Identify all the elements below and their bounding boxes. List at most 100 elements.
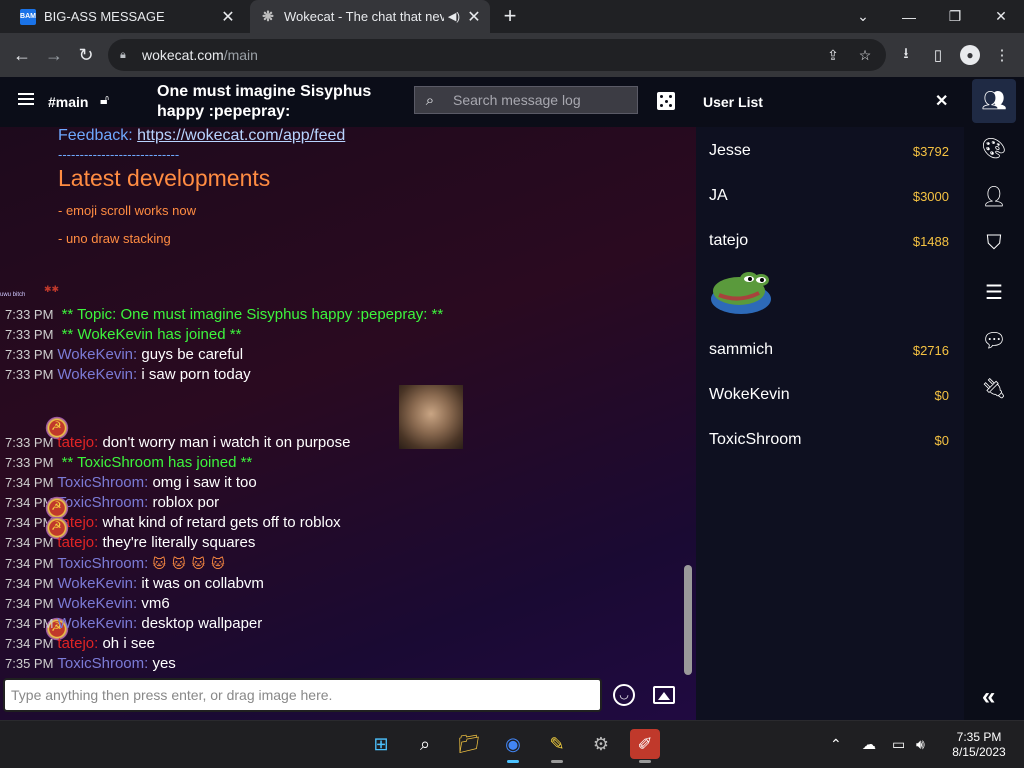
- divider: ----------------------------: [58, 147, 180, 162]
- message-row: 7:34 PM WokeKevin: desktop wallpaper: [5, 614, 262, 634]
- nickname[interactable]: WokeKevin:: [57, 615, 137, 632]
- close-icon[interactable]: ✕: [935, 91, 948, 111]
- nickname[interactable]: ToxicShroom:: [57, 555, 148, 572]
- user-item[interactable]: sammich $2716: [709, 338, 949, 362]
- nickname[interactable]: tatejo:: [57, 434, 98, 451]
- nickname[interactable]: ToxicShroom:: [57, 655, 148, 672]
- image-upload-icon[interactable]: [653, 686, 675, 704]
- message-row: 7:34 PM WokeKevin: vm6: [5, 594, 170, 614]
- tab-wokecat[interactable]: ❋ Wokecat - The chat that nev ◀) ✕: [250, 0, 490, 33]
- message-text: yes: [152, 655, 176, 672]
- message-text: what kind of retard gets off to roblox: [102, 514, 341, 531]
- collapse-icon[interactable]: «: [982, 683, 995, 711]
- user-name: WokeKevin: [709, 386, 790, 403]
- tray-chevron-icon[interactable]: ⌃: [830, 736, 842, 753]
- settings-icon[interactable]: ⚙: [586, 729, 616, 759]
- back-arrow-icon[interactable]: ←: [9, 42, 35, 68]
- search-input[interactable]: [445, 92, 637, 108]
- users-icon[interactable]: 👥︎: [972, 79, 1016, 123]
- right-icon-bar: 👥︎ 🎨︎ 👤︎ ⛉ ☰ 💬︎ 🔌︎ «: [964, 77, 1024, 720]
- message-text: they're literally squares: [102, 534, 256, 551]
- address-bar[interactable]: 🔒︎ wokecat.com/main ⇪ ☆: [108, 39, 886, 71]
- message-text: it was on collabvm: [141, 575, 264, 592]
- palette-icon[interactable]: 🎨︎: [980, 135, 1008, 163]
- sliders-icon[interactable]: ☰: [980, 279, 1008, 307]
- message-input[interactable]: [5, 680, 600, 710]
- hamburger-menu-icon[interactable]: [18, 93, 34, 105]
- message-text: don't worry man i watch it on purpose: [102, 434, 351, 451]
- message-row: 7:33 PM tatejo: don't worry man i watch i…: [5, 433, 350, 453]
- chat-icon[interactable]: 💬︎: [980, 327, 1008, 355]
- shield-icon[interactable]: ⛉: [980, 229, 1008, 257]
- share-icon[interactable]: ⇪: [824, 47, 842, 65]
- forward-arrow-icon[interactable]: →: [41, 42, 67, 68]
- speaker-icon[interactable]: ◀): [448, 10, 460, 23]
- download-icon[interactable]: ⭳: [895, 44, 917, 66]
- nickname[interactable]: ToxicShroom:: [57, 474, 148, 491]
- lock-icon[interactable]: 🔒︎: [120, 49, 134, 62]
- nickname[interactable]: WokeKevin:: [57, 346, 137, 363]
- network-icon[interactable]: ▭: [892, 736, 905, 753]
- user-money: $1488: [912, 234, 949, 249]
- close-icon[interactable]: ✕: [218, 7, 238, 27]
- file-explorer-icon[interactable]: 📁︎: [454, 729, 484, 759]
- feedback-label: Feedback:: [58, 127, 138, 144]
- message-row: 7:34 PM ToxicShroom: omg i saw it too: [5, 473, 257, 493]
- cat-emoji-icon: 🐱︎: [191, 556, 206, 571]
- chat-bubble-app-icon[interactable]: ✎: [542, 729, 572, 763]
- message-text: 🐱︎ 🐱︎ 🐱︎ 🐱︎: [152, 555, 230, 572]
- windows-start-icon[interactable]: ⊞: [366, 729, 396, 759]
- reload-icon[interactable]: ↻: [73, 42, 99, 68]
- browser-tab-bar: BAM BIG-ASS MESSAGE ✕ ❋ Wokecat - The ch…: [0, 0, 1024, 33]
- profile-icon[interactable]: ●: [959, 44, 981, 66]
- tab-big-ass-message[interactable]: BAM BIG-ASS MESSAGE ✕: [8, 0, 244, 33]
- message-row: 7:33 PM ** WokeKevin has joined **: [5, 325, 241, 345]
- minimize-icon[interactable]: —: [886, 0, 932, 33]
- restore-icon[interactable]: ❐: [932, 0, 978, 33]
- nickname[interactable]: ToxicShroom:: [57, 494, 148, 511]
- chat-image[interactable]: [399, 385, 463, 449]
- message-text: omg i saw it too: [152, 474, 257, 491]
- timestamp: 7:33 PM: [5, 435, 54, 450]
- user-item[interactable]: Jesse $3792: [709, 139, 949, 163]
- user-icon[interactable]: 👤︎: [980, 183, 1008, 211]
- chrome-icon[interactable]: ◉: [498, 729, 528, 763]
- nickname[interactable]: tatejo:: [57, 635, 98, 652]
- nickname[interactable]: WokeKevin:: [57, 575, 137, 592]
- onedrive-icon[interactable]: ☁: [862, 736, 876, 753]
- menu-dots-icon[interactable]: ⋮: [991, 44, 1013, 66]
- chat-scrollbar[interactable]: [684, 565, 692, 675]
- emoji-icon[interactable]: ◡: [613, 684, 635, 706]
- volume-icon[interactable]: 🔊︎: [916, 736, 925, 753]
- unlock-icon[interactable]: 🔓︎: [100, 91, 118, 109]
- url-host: wokecat.com: [142, 47, 224, 63]
- star-icon[interactable]: ☆: [856, 47, 874, 65]
- system-clock[interactable]: 7:35 PM 8/15/2023: [946, 730, 1012, 760]
- search-box: ⌕: [414, 86, 638, 114]
- feedback-link[interactable]: https://wokecat.com/app/feed: [137, 127, 345, 144]
- chat-log[interactable]: Feedback: https://wokecat.com/app/feed -…: [0, 127, 684, 675]
- side-panel-icon[interactable]: ▯: [927, 44, 949, 66]
- nickname[interactable]: WokeKevin:: [57, 366, 137, 383]
- nickname[interactable]: tatejo:: [57, 534, 98, 551]
- search-icon[interactable]: ⌕: [410, 729, 440, 759]
- avatar: ●: [960, 45, 980, 65]
- user-item[interactable]: ToxicShroom $0: [709, 428, 949, 452]
- nickname[interactable]: WokeKevin:: [57, 595, 137, 612]
- timestamp: 7:34 PM: [5, 616, 54, 631]
- window-close-icon[interactable]: ✕: [978, 0, 1024, 33]
- user-item[interactable]: JA $3000: [709, 184, 949, 208]
- tab-search-chevron-icon[interactable]: ⌄: [840, 0, 886, 33]
- user-money: $3792: [912, 144, 949, 159]
- user-item[interactable]: tatejo $1488: [709, 229, 949, 253]
- chat-header: #main 🔓︎ One must imagine Sisyphus happy…: [0, 77, 696, 127]
- plug-icon[interactable]: 🔌︎: [980, 375, 1008, 403]
- dice-icon[interactable]: [657, 92, 675, 110]
- new-tab-button[interactable]: +: [498, 4, 522, 28]
- user-money: $2716: [912, 343, 949, 358]
- search-icon[interactable]: ⌕: [415, 92, 445, 109]
- message-row: 7:34 PM tatejo: oh i see: [5, 634, 155, 654]
- close-icon[interactable]: ✕: [464, 7, 484, 27]
- paint-app-icon[interactable]: ✐: [630, 729, 660, 763]
- user-item[interactable]: WokeKevin $0: [709, 383, 949, 407]
